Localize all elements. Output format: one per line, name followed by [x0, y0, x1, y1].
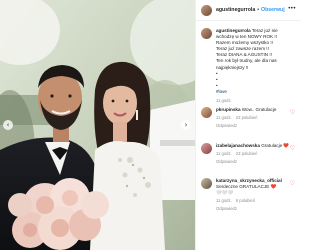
comment-reply-button[interactable]: Odpowiedz	[216, 159, 237, 164]
caption-hashtag[interactable]: #love	[216, 89, 298, 95]
post-sidebar: agustinegurrola • Obserwuj ••• agustineg…	[195, 0, 301, 250]
comment-username[interactable]: pkrupinska	[216, 107, 241, 112]
comment-time: 11 godz.	[216, 151, 232, 156]
commenter-avatar[interactable]	[201, 107, 212, 118]
comment-time: 11 godz.	[216, 115, 232, 120]
comment-item: pkrupinska Wow.. Gratulacje 11 godz. 23 p…	[201, 107, 298, 129]
comment-item: izabelajanachowska Gratulacje ❤️ 11 godz…	[201, 143, 298, 165]
comment-reply-button[interactable]: Odpowiedz	[216, 206, 237, 211]
like-comment-heart-icon[interactable]: ♡	[290, 181, 295, 187]
commenter-avatar[interactable]	[201, 143, 212, 154]
author-username[interactable]: agustinegurrola	[216, 7, 255, 13]
comment-text: Serdeczne GRATULACJE ❤️	[216, 184, 277, 189]
caption-line: Teraz już nie	[251, 28, 278, 33]
comment-text: Gratulacje ❤️	[261, 143, 290, 148]
caption-time: 11 godz.	[216, 98, 232, 104]
next-photo-button[interactable]: ›	[181, 120, 191, 130]
caption-body: agustinegurrola Teraz już nie wchodzę w …	[216, 28, 298, 104]
comment-likes[interactable]: 6 polubień	[236, 198, 255, 203]
caption-username[interactable]: agustinegurrola	[216, 28, 251, 33]
post-photo[interactable]: ‹ ›	[0, 0, 195, 250]
header-separator: •	[257, 7, 260, 13]
author-avatar[interactable]	[201, 4, 212, 16]
comment-likes[interactable]: 23 polubień	[236, 151, 258, 156]
comment-reply-button[interactable]: Odpowiedz	[216, 123, 237, 128]
like-comment-heart-icon[interactable]: ♡	[290, 110, 295, 116]
comment-text: Wow.. Gratulacje	[241, 107, 277, 112]
comment-time: 11 godz.	[216, 198, 232, 203]
commenter-avatar[interactable]	[201, 178, 212, 189]
like-comment-heart-icon[interactable]: ♡	[290, 146, 295, 152]
more-options-icon[interactable]: •••	[288, 6, 296, 12]
comment-username[interactable]: katarzyna_skrzynecka_official	[216, 178, 282, 183]
comment-likes[interactable]: 23 polubień	[236, 115, 258, 120]
comment-text-extra: 🤍🤍🤍	[216, 190, 234, 195]
post-caption: agustinegurrola Teraz już nie wchodzę w …	[201, 28, 298, 104]
comment-username[interactable]: izabelajanachowska	[216, 143, 260, 148]
comment-item: katarzyna_skrzynecka_official Serdeczne …	[201, 178, 298, 212]
follow-button[interactable]: Obserwuj	[261, 7, 285, 13]
post-header: agustinegurrola • Obserwuj •••	[196, 0, 301, 21]
caption-avatar[interactable]	[201, 28, 212, 39]
prev-photo-button[interactable]: ‹	[3, 120, 13, 130]
